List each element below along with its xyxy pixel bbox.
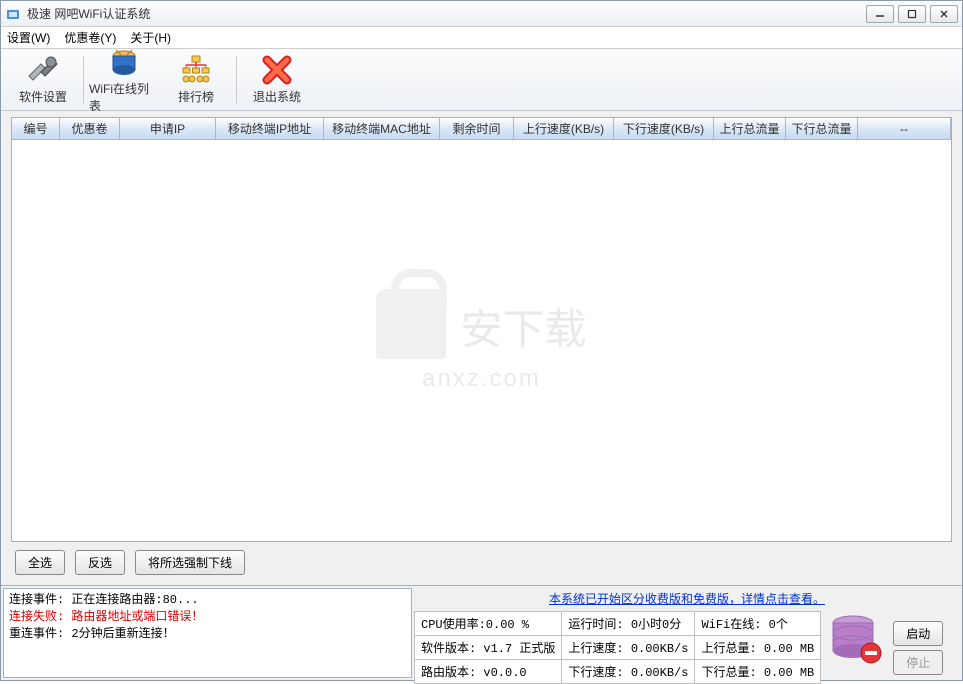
down-speed: 下行速度: 0.00KB/s — [562, 660, 695, 684]
hierarchy-icon — [180, 54, 212, 86]
menu-coupon[interactable]: 优惠卷(Y) — [64, 29, 116, 46]
down-total: 下行总量: 0.00 MB — [695, 660, 821, 684]
stop-button: 停止 — [893, 650, 943, 675]
tool-wifi-list-label: WiFi在线列表 — [89, 80, 159, 114]
col-mobile-mac[interactable]: 移动终端MAC地址 — [324, 118, 440, 139]
invert-select-button[interactable]: 反选 — [75, 550, 125, 575]
status-panel: 本系统已开始区分收费版和免费版，详情点击查看。 CPU使用率:0.00 % 运行… — [414, 588, 960, 678]
col-id[interactable]: 编号 — [12, 118, 60, 139]
menubar: 设置(W) 优惠卷(Y) 关于(H) — [1, 27, 962, 49]
router-version: 路由版本: v0.0.0 — [415, 660, 562, 684]
force-offline-button[interactable]: 将所选强制下线 — [135, 550, 245, 575]
cpu-usage: CPU使用率:0.00 % — [415, 612, 562, 636]
col-mobile-ip[interactable]: 移动终端IP地址 — [216, 118, 324, 139]
wrench-icon — [27, 54, 59, 86]
select-all-button[interactable]: 全选 — [15, 550, 65, 575]
watermark: 安下载 anxz.com — [376, 289, 586, 393]
col-apply-ip[interactable]: 申请IP — [120, 118, 216, 139]
data-table: 编号 优惠卷 申请IP 移动终端IP地址 移动终端MAC地址 剩余时间 上行速度… — [11, 117, 952, 542]
col-up-total[interactable]: 上行总流量 — [714, 118, 786, 139]
tool-exit-label: 退出系统 — [253, 88, 301, 105]
close-button[interactable] — [930, 5, 958, 23]
tool-settings[interactable]: 软件设置 — [7, 51, 79, 109]
col-down-speed[interactable]: 下行速度(KB/s) — [614, 118, 714, 139]
tool-ranking[interactable]: 排行榜 — [160, 51, 232, 109]
app-icon — [5, 6, 21, 22]
toolbar-separator — [83, 56, 84, 104]
tool-exit[interactable]: 退出系统 — [241, 51, 313, 109]
toolbar: 软件设置 WiFi在线列表 排行榜 退出系统 — [1, 49, 962, 111]
content-area: 编号 优惠卷 申请IP 移动终端IP地址 移动终端MAC地址 剩余时间 上行速度… — [1, 111, 962, 585]
maximize-button[interactable] — [898, 5, 926, 23]
toolbar-separator — [236, 56, 237, 104]
menu-settings[interactable]: 设置(W) — [7, 29, 50, 46]
col-down-total[interactable]: 下行总流量 — [786, 118, 858, 139]
log-line: 连接事件: 正在连接路由器:80... — [9, 592, 406, 609]
wifi-online: WiFi在线: 0个 — [695, 612, 821, 636]
bag-icon — [376, 289, 446, 359]
table-body[interactable]: 安下载 anxz.com — [12, 140, 951, 541]
watermark-text1: 安下载 — [460, 296, 586, 357]
software-version: 软件版本: v1.7 正式版 — [415, 636, 562, 660]
start-button[interactable]: 启动 — [893, 621, 943, 646]
control-buttons: 启动 停止 — [893, 611, 943, 684]
window-title: 极速 网吧WiFi认证系统 — [27, 5, 866, 22]
window-controls — [866, 5, 958, 23]
table-header: 编号 优惠卷 申请IP 移动终端IP地址 移动终端MAC地址 剩余时间 上行速度… — [12, 118, 951, 140]
up-total: 上行总量: 0.00 MB — [695, 636, 821, 660]
col-coupon[interactable]: 优惠卷 — [60, 118, 120, 139]
log-line: 重连事件: 2分钟后重新连接！ — [9, 626, 406, 643]
app-window: 极速 网吧WiFi认证系统 设置(W) 优惠卷(Y) 关于(H) 软件设置 Wi… — [0, 0, 963, 681]
bottom-panel: 连接事件: 正在连接路由器:80... 连接失败: 路由器地址或端口错误！ 重连… — [1, 585, 962, 680]
database-icon — [827, 611, 887, 667]
up-speed: 上行速度: 0.00KB/s — [562, 636, 695, 660]
menu-about[interactable]: 关于(H) — [130, 29, 171, 46]
stats-table: CPU使用率:0.00 % 运行时间: 0小时0分 WiFi在线: 0个 软件版… — [414, 611, 821, 684]
col-up-speed[interactable]: 上行速度(KB/s) — [514, 118, 614, 139]
drum-icon — [108, 46, 140, 78]
log-box: 连接事件: 正在连接路由器:80... 连接失败: 路由器地址或端口错误！ 重连… — [3, 588, 412, 678]
col-extra[interactable]: -- — [858, 118, 951, 139]
tool-wifi-list[interactable]: WiFi在线列表 — [88, 51, 160, 109]
uptime: 运行时间: 0小时0分 — [562, 612, 695, 636]
minimize-button[interactable] — [866, 5, 894, 23]
col-remaining[interactable]: 剩余时间 — [440, 118, 514, 139]
notice-link[interactable]: 本系统已开始区分收费版和免费版，详情点击查看。 — [414, 588, 960, 611]
tool-ranking-label: 排行榜 — [178, 88, 214, 105]
log-line-error: 连接失败: 路由器地址或端口错误！ — [9, 609, 406, 626]
exit-x-icon — [261, 54, 293, 86]
tool-settings-label: 软件设置 — [19, 88, 67, 105]
watermark-text2: anxz.com — [376, 365, 586, 393]
action-row: 全选 反选 将所选强制下线 — [11, 542, 952, 583]
titlebar: 极速 网吧WiFi认证系统 — [1, 1, 962, 27]
stats-row: CPU使用率:0.00 % 运行时间: 0小时0分 WiFi在线: 0个 软件版… — [414, 611, 960, 684]
